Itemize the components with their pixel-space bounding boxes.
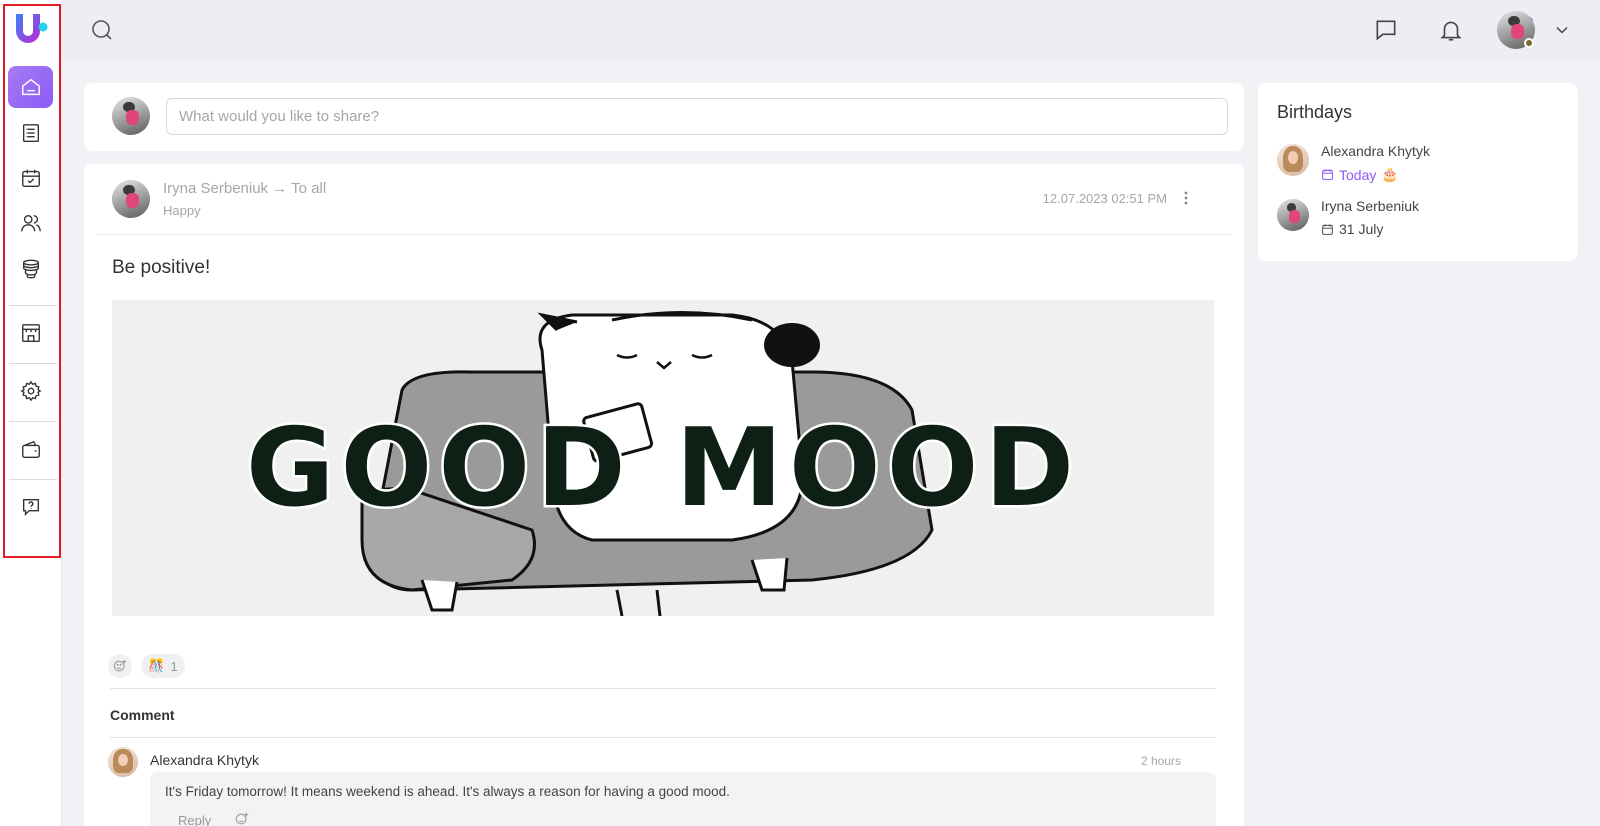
post-image-caption: GOOD MOOD — [246, 406, 1080, 531]
comment-time: 2 hours — [1140, 754, 1181, 768]
birthday-date: Today 🎂 — [1321, 166, 1399, 183]
post-author-line: Iryna Serbeniuk → To all — [163, 180, 326, 197]
home-icon — [21, 78, 40, 96]
share-input[interactable] — [166, 98, 1228, 135]
avatar[interactable] — [1277, 199, 1309, 231]
sidebar-item-documents[interactable] — [8, 112, 53, 154]
birthday-name[interactable]: Alexandra Khytyk — [1321, 143, 1430, 159]
search-icon[interactable] — [90, 18, 114, 42]
reaction-badge[interactable]: 🎊 1 — [141, 654, 185, 678]
sidebar-divider — [9, 421, 57, 422]
post-author[interactable]: Iryna Serbeniuk — [163, 180, 268, 197]
share-card — [84, 83, 1244, 151]
document-list-icon — [22, 124, 39, 142]
top-bar — [62, 0, 1600, 60]
birthdays-card: Birthdays Alexandra Khytyk Today 🎂 Iryna… — [1258, 83, 1578, 261]
sidebar-item-wallet[interactable] — [8, 429, 53, 471]
post-audience: To all — [291, 180, 327, 197]
bell-icon[interactable] — [1438, 17, 1464, 43]
add-reaction-icon[interactable] — [235, 812, 249, 826]
post-mood: Happy — [163, 203, 201, 218]
calendar-icon — [1322, 169, 1333, 180]
divider — [96, 234, 1232, 235]
sidebar-item-calendar[interactable] — [8, 157, 53, 199]
coins-icon — [22, 259, 39, 279]
avatar[interactable] — [112, 180, 150, 218]
post-title: Be positive! — [112, 257, 211, 278]
sidebar-divider — [9, 479, 57, 480]
birthday-name[interactable]: Iryna Serbeniuk — [1321, 198, 1419, 214]
comment-heading: Comment — [110, 707, 175, 723]
reaction-count: 1 — [170, 658, 178, 674]
sidebar-item-settings[interactable] — [8, 370, 53, 412]
sidebar-item-home[interactable] — [8, 66, 53, 108]
sidebar-item-help[interactable] — [8, 486, 53, 528]
comment-author[interactable]: Alexandra Khytyk — [150, 752, 259, 768]
sidebar-item-store[interactable] — [8, 312, 53, 354]
chevron-down-icon[interactable] — [1552, 20, 1572, 40]
more-options-icon[interactable] — [1178, 190, 1194, 206]
arrow-right-icon: → — [272, 180, 288, 197]
calendar-icon — [1322, 223, 1333, 235]
party-icon: 🎊 — [148, 658, 165, 673]
sidebar-item-coins[interactable] — [8, 248, 53, 290]
sidebar — [0, 0, 62, 826]
post-image[interactable]: GOOD MOOD — [112, 300, 1214, 616]
sidebar-divider — [9, 363, 57, 364]
gear-icon — [20, 380, 41, 402]
reply-button[interactable]: Reply — [178, 813, 211, 826]
comment-bubble: It's Friday tomorrow! It means weekend i… — [150, 772, 1216, 826]
store-icon — [21, 324, 40, 342]
calendar-check-icon — [21, 169, 40, 187]
avatar — [112, 97, 150, 135]
post-card: Iryna Serbeniuk → To all Happy 12.07.202… — [84, 164, 1244, 826]
cake-icon: 🎂 — [1381, 166, 1399, 182]
sidebar-divider — [9, 305, 57, 306]
divider — [110, 737, 1216, 738]
help-chat-icon — [22, 498, 39, 516]
wallet-icon — [21, 440, 40, 459]
app-logo[interactable] — [13, 12, 49, 48]
post-date: 12.07.2023 02:51 PM — [1042, 191, 1167, 206]
avatar[interactable] — [1277, 144, 1309, 176]
avatar[interactable] — [108, 747, 138, 777]
divider — [110, 688, 1216, 689]
status-indicator — [1524, 38, 1534, 48]
birthday-date: 31 July — [1321, 221, 1383, 237]
sidebar-item-people[interactable] — [8, 202, 53, 244]
comment-text: It's Friday tomorrow! It means weekend i… — [165, 784, 730, 799]
add-reaction-button[interactable] — [108, 654, 132, 678]
users-icon — [20, 214, 41, 232]
birthdays-title: Birthdays — [1277, 102, 1353, 122]
chat-icon[interactable] — [1373, 17, 1399, 43]
